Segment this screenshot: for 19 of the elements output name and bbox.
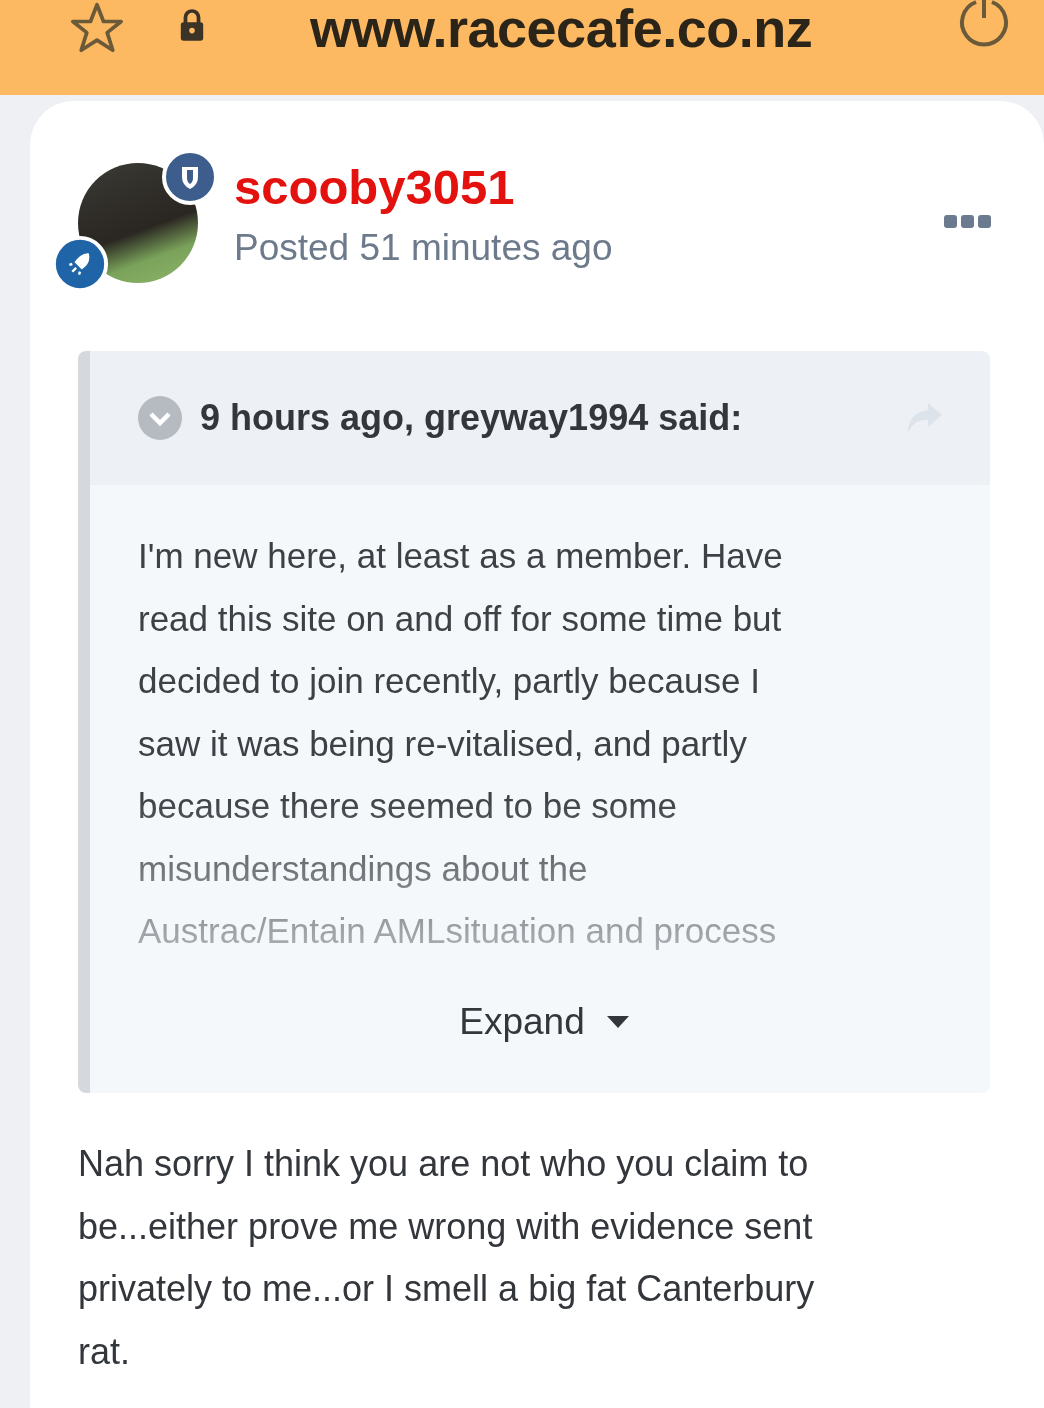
quote-text-line: saw it was being re-vitalised, and partly [138,722,748,765]
quote-text-line: I'm new here, at least as a member. Have [138,535,784,577]
quote-text-line: because there seemed to be some [138,785,678,827]
post-time: Posted 51 minutes ago [234,226,613,270]
lock-icon [178,8,206,42]
post-text-line: rat. [78,1329,131,1374]
quote-text-line: read this site on and off for some time but [138,597,783,640]
post-text-line: Nah sorry I think you are not who you claim to [78,1142,810,1186]
star-icon[interactable] [68,2,126,54]
caret-icon [606,1015,629,1028]
post-text-line: privately to me...or I smell a big fat Canterbury [78,1267,816,1311]
post-text-line: be...either prove me wrong with evidence sent [78,1204,814,1249]
quote-text-line: decided to join recently, partly because I [138,660,761,702]
quote-citation: 9 hours ago, greyway1994 said: [200,397,744,439]
quote-text-line: Austrac/Entain AMLsituation and process [138,910,778,952]
quote-text-line: misunderstandings about the [138,847,589,890]
expand-button[interactable]: Expand [451,992,637,1051]
more-options-icon[interactable] [944,215,992,229]
author-name[interactable]: scooby3051 [234,157,613,217]
